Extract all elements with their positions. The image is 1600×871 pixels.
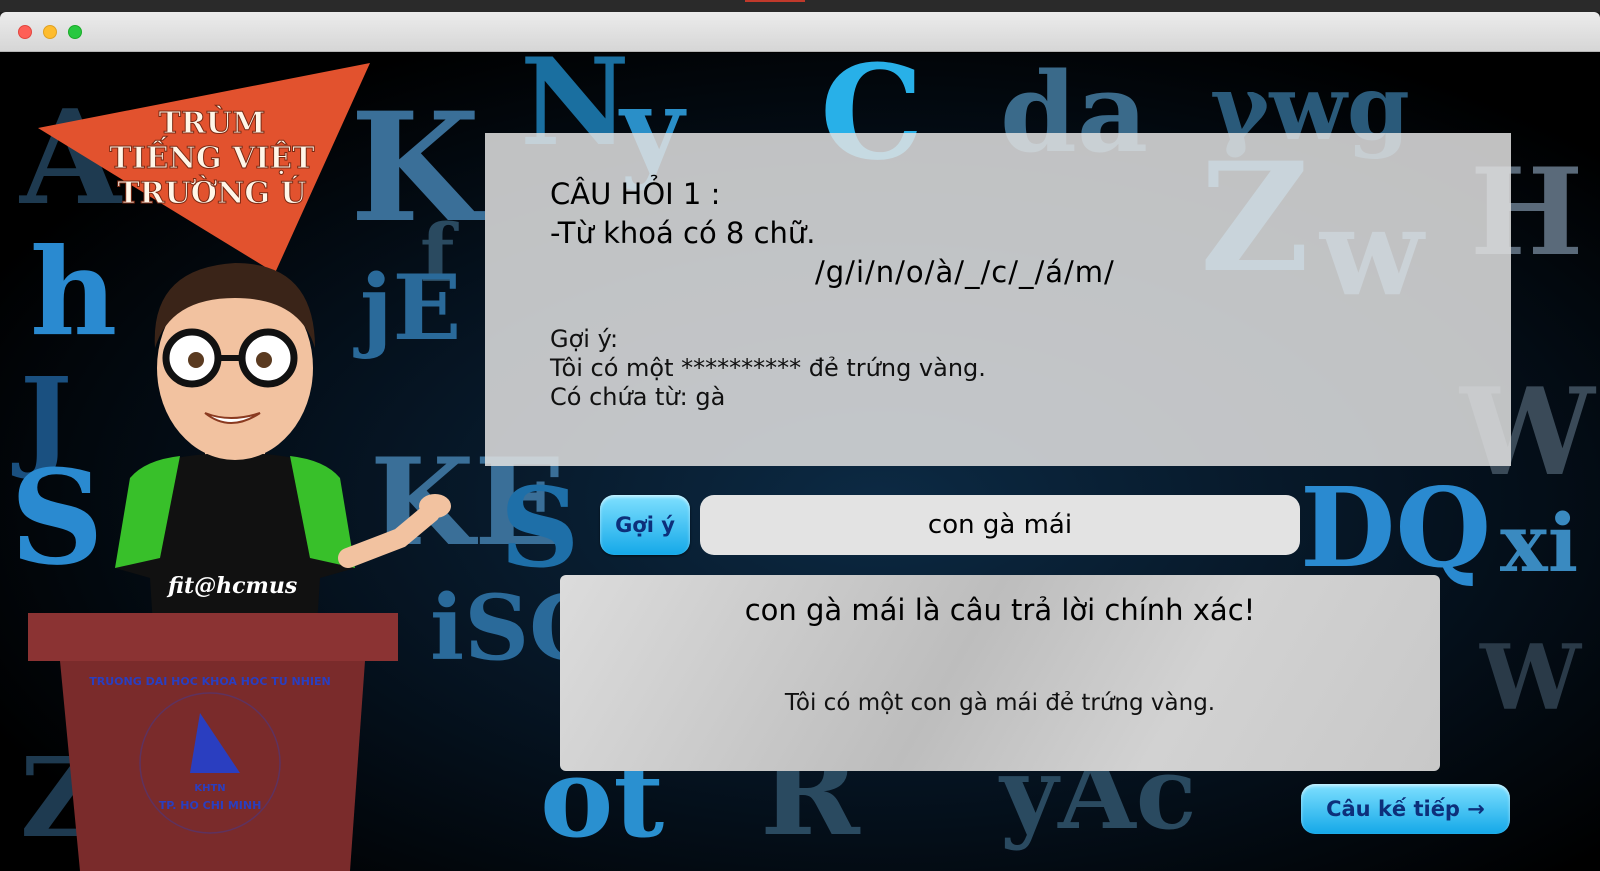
close-window-button[interactable] [18, 25, 32, 39]
logo-line-2: TIẾNG VIỆT [109, 136, 315, 176]
result-message: con gà mái là câu trả lời chính xác! [744, 593, 1256, 627]
question-title: CÂU HỎI 1 : [550, 177, 721, 211]
keyword-length-info: -Từ khoá có 8 chữ. [550, 216, 816, 250]
maximize-window-button[interactable] [68, 25, 82, 39]
hint-contains: Có chứa từ: gà [550, 383, 726, 411]
scrambled-letters: /g/i/n/o/à/_/c/_/á/m/ [815, 255, 1115, 289]
logo-line-3: TRƯỜNG Ú [117, 175, 306, 211]
game-stage: N y C da γwg Z w H K A h f jE J S KE S D… [0, 53, 1600, 871]
mascot-arm [338, 503, 440, 568]
result-panel: con gà mái là câu trả lời chính xác! Tôi… [560, 575, 1440, 771]
hint-sentence: Tôi có một ********** đẻ trứng vàng. [550, 354, 986, 382]
next-question-button[interactable]: Câu kế tiếp → [1301, 784, 1510, 834]
mascot-shirt-text: fit@hcmus [166, 573, 297, 599]
hint-label: Gợi ý: [550, 325, 619, 353]
mascot-hand [419, 494, 451, 518]
question-panel: CÂU HỎI 1 : -Từ khoá có 8 chữ. /g/i/n/o/… [485, 133, 1511, 466]
seal-center-text: KHTN [194, 783, 225, 794]
os-menubar-strip [0, 0, 1600, 12]
menubar-accent [745, 0, 805, 2]
result-full-sentence: Tôi có một con gà mái đẻ trứng vàng. [784, 690, 1216, 716]
app-window: N y C da γwg Z w H K A h f jE J S KE S D… [0, 12, 1600, 871]
mascot-left-eye [188, 352, 204, 368]
mascot-right-eye [256, 352, 272, 368]
mascot-character: fit@hcmus [115, 263, 451, 658]
minimize-window-button[interactable] [43, 25, 57, 39]
seal-top-text: TRUONG DAI HOC KHOA HOC TU NHIEN [89, 675, 330, 688]
seal-bottom-text: TP. HO CHI MINH [159, 799, 262, 812]
hint-button[interactable]: Gợi ý [600, 495, 690, 555]
answer-input[interactable] [700, 495, 1300, 555]
window-titlebar [0, 12, 1600, 52]
podium: KHTN TRUONG DAI HOC KHOA HOC TU NHIEN TP… [28, 613, 398, 871]
logo-line-1: TRÙM [159, 105, 266, 141]
podium-top [28, 613, 398, 661]
